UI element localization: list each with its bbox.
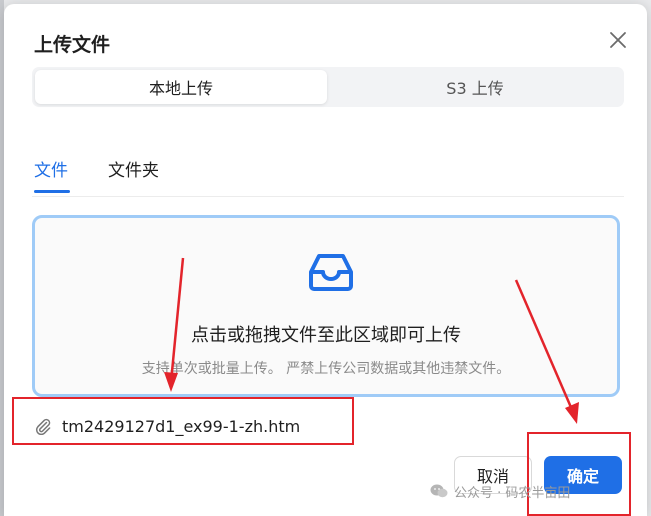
- upload-dropzone[interactable]: 点击或拖拽文件至此区域即可上传 支持单次或批量上传。 严禁上传公司数据或其他违禁…: [32, 215, 620, 397]
- close-button[interactable]: [604, 26, 632, 54]
- dropzone-hint-text: 支持单次或批量上传。 严禁上传公司数据或其他违禁文件。: [141, 361, 511, 377]
- annotation-box-confirm: [527, 432, 631, 516]
- watermark-text: 公众号 · 码农半亩田: [454, 485, 571, 501]
- segment-s3-upload[interactable]: S3 上传: [329, 70, 621, 104]
- dropzone-main-text: 点击或拖拽文件至此区域即可上传: [191, 325, 461, 346]
- wechat-icon: [430, 484, 448, 498]
- segment-local-upload[interactable]: 本地上传: [35, 70, 327, 104]
- annotation-box-file: [12, 397, 354, 445]
- upload-type-tabs: 文件 文件夹: [32, 152, 624, 197]
- watermark: 公众号 · 码农半亩田: [430, 480, 570, 502]
- upload-source-switch: 本地上传 S3 上传: [32, 67, 624, 107]
- inbox-icon: [309, 254, 353, 291]
- dialog-title: 上传文件: [34, 34, 111, 56]
- close-icon: [610, 32, 626, 48]
- tab-folder[interactable]: 文件夹: [108, 156, 159, 191]
- tab-file[interactable]: 文件: [34, 156, 70, 193]
